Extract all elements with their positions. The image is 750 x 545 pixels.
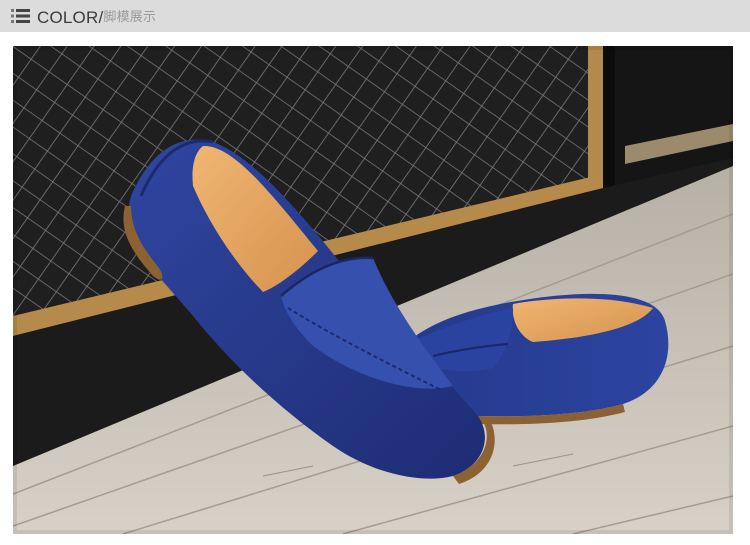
section-title-zh: 脚模展示: [103, 9, 157, 24]
loafers-illustration: [13, 46, 733, 534]
section-header: COLOR/脚模展示: [0, 0, 750, 32]
product-photo: [13, 46, 733, 534]
section-title: COLOR/脚模展示: [37, 6, 156, 28]
list-icon: [11, 9, 30, 23]
section-title-en: COLOR/: [37, 8, 104, 27]
